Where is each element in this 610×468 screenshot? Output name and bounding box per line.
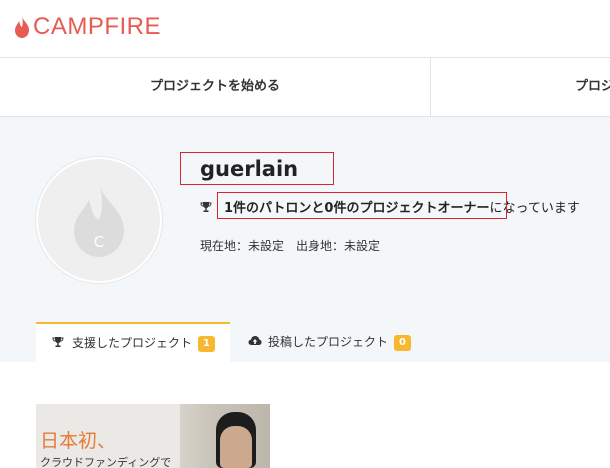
- trophy-icon: [200, 201, 214, 217]
- cloud-upload-icon: [248, 323, 262, 363]
- project-card-thumbnail[interactable]: 日本初、 クラウドファンディングで: [36, 404, 270, 468]
- logo-text: CAMPFIRE: [33, 13, 162, 40]
- campfire-logo[interactable]: CAMPFIRE: [14, 12, 161, 42]
- tab-label: 投稿したプロジェクト: [268, 335, 389, 349]
- project-photo: [180, 404, 270, 468]
- location-info: 現在地：未設定 出身地：未設定: [200, 239, 381, 253]
- card-subtitle: クラウドファンディングで: [40, 456, 172, 468]
- nav-start-project[interactable]: プロジェクトを始める: [0, 58, 431, 116]
- tab-posted-projects[interactable]: 投稿したプロジェクト 0: [248, 322, 411, 362]
- site-header: CAMPFIRE: [0, 0, 610, 58]
- card-title: 日本初、: [40, 430, 117, 452]
- count-badge: 1: [198, 336, 215, 352]
- trophy-icon: [52, 325, 66, 363]
- campfire-flame-avatar-icon: C: [74, 183, 124, 257]
- flame-icon: [15, 16, 29, 38]
- avatar-initial: C: [94, 233, 104, 251]
- stats-highlight-box: [217, 192, 507, 219]
- main-nav: プロジェクトを始める プロジ: [0, 58, 610, 117]
- name-highlight-box: [180, 152, 334, 185]
- tab-label: 支援したプロジェクト: [72, 336, 193, 350]
- count-badge: 0: [394, 335, 411, 351]
- nav-project-link[interactable]: プロジ: [575, 58, 610, 116]
- avatar: C: [36, 157, 162, 283]
- profile-section: C guerlain 1件のパトロンと0件のプロジェクトオーナーになっています …: [0, 117, 610, 362]
- person-face: [220, 426, 252, 468]
- tab-backed-projects[interactable]: 支援したプロジェクト 1: [36, 322, 230, 362]
